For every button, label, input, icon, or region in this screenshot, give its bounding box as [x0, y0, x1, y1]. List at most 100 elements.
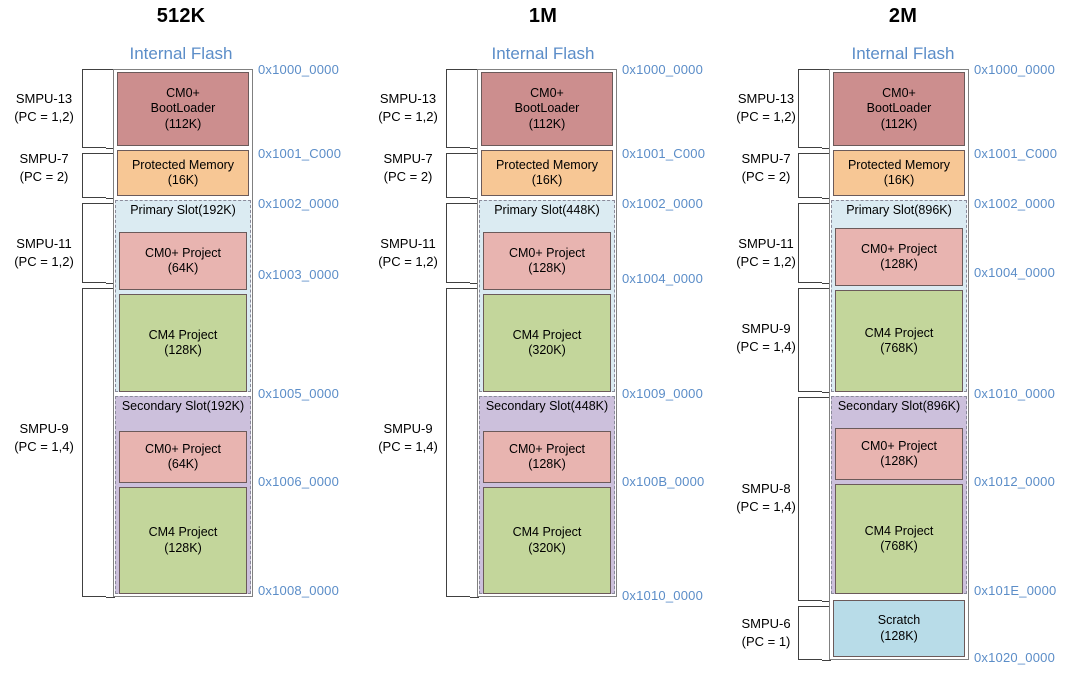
smpu-pc: (PC = 1,2) — [378, 108, 438, 124]
address-label: 0x1000_0000 — [258, 62, 339, 77]
smpu-label-smpu-13: SMPU-13 (PC = 1,2) — [730, 90, 802, 125]
smpu-label-smpu-9: SMPU-9 (PC = 1,4) — [372, 420, 444, 455]
address-label: 0x1004_0000 — [622, 271, 703, 286]
smpu-bracket-smpu-9 — [82, 288, 106, 597]
block-text-line: CM0+ Project — [508, 245, 586, 260]
block-text-line: (64K) — [167, 457, 199, 471]
smpu-name: SMPU-7 — [741, 151, 791, 166]
slot-text-line: (448K) — [570, 399, 609, 413]
block-text-line: (128K) — [164, 540, 202, 555]
block-text-line: BootLoader — [514, 101, 580, 116]
smpu-label-smpu-13: SMPU-13 (PC = 1,2) — [8, 90, 80, 125]
smpu-label-smpu-13: SMPU-13 (PC = 1,2) — [372, 90, 444, 125]
smpu-label-smpu-9: SMPU-9 (PC = 1,4) — [8, 420, 80, 455]
smpu-name: SMPU-9 — [383, 421, 433, 436]
address-label: 0x1006_0000 — [258, 474, 339, 489]
block-text-line: (128K) — [164, 343, 202, 357]
memory-block-bootloader: CM0+ BootLoader (112K) — [833, 72, 965, 146]
memory-block-cm0_project: CM0+ Project (128K) — [483, 431, 611, 483]
slot-title: Secondary Slot(896K) — [832, 399, 966, 414]
smpu-pc: (PC = 2) — [19, 168, 69, 184]
block-text-line: Protected Memory — [131, 157, 235, 172]
block-text-line: CM4 Project — [864, 325, 934, 340]
column-title: 512K — [156, 5, 206, 27]
block-text-line: (128K) — [528, 457, 566, 471]
internal-flash-label: Internal Flash — [491, 44, 595, 63]
slot-text-line: Secondary Slot — [121, 399, 207, 413]
address-label: 0x1008_0000 — [258, 583, 339, 598]
block-text-line: (768K) — [880, 341, 918, 355]
smpu-name: SMPU-7 — [19, 151, 69, 166]
slot-text-line: Secondary Slot — [837, 399, 923, 413]
smpu-bracket-smpu-7 — [446, 153, 470, 198]
smpu-label-smpu-11: SMPU-11 (PC = 1,2) — [730, 235, 802, 270]
smpu-pc: (PC = 1,4) — [378, 438, 438, 454]
address-label: 0x1010_0000 — [974, 386, 1055, 401]
smpu-label-smpu-8: SMPU-8 (PC = 1,4) — [730, 480, 802, 515]
address-label: 0x1003_0000 — [258, 267, 339, 282]
block-text-line: CM0+ Project — [860, 241, 938, 256]
block-text-line: Scratch — [877, 613, 921, 628]
address-label: 0x1002_0000 — [622, 196, 703, 211]
internal-flash-label: Internal Flash — [851, 44, 955, 63]
slot-title: Primary Slot(192K) — [116, 203, 250, 218]
memory-block-bootloader: CM0+ BootLoader (112K) — [117, 72, 249, 146]
smpu-name: SMPU-13 — [15, 91, 73, 106]
block-text-line: BootLoader — [866, 101, 932, 116]
slot-text-line: (896K) — [922, 399, 961, 413]
smpu-name: SMPU-11 — [738, 236, 794, 251]
address-label: 0x100B_0000 — [622, 474, 705, 489]
slot-text-line: (192K) — [198, 203, 236, 217]
memory-block-protected: Protected Memory (16K) — [833, 150, 965, 196]
smpu-name: SMPU-11 — [380, 236, 436, 251]
block-text-line: CM0+ — [530, 86, 564, 101]
smpu-pc: (PC = 1,2) — [736, 253, 796, 269]
smpu-name: SMPU-11 — [16, 236, 72, 251]
address-label: 0x1005_0000 — [258, 386, 339, 401]
address-label: 0x1001_C000 — [974, 146, 1058, 161]
column-title: 1M — [528, 5, 558, 27]
block-text-line: CM4 Project — [512, 327, 582, 342]
address-label: 0x1001_C000 — [622, 146, 706, 161]
block-text-line: (128K) — [880, 257, 918, 271]
block-text-line: (128K) — [880, 454, 918, 468]
block-text-line: Protected Memory — [847, 157, 951, 172]
smpu-bracket-smpu-11 — [82, 203, 106, 283]
smpu-name: SMPU-6 — [741, 616, 791, 631]
smpu-label-smpu-11: SMPU-11 (PC = 1,2) — [8, 235, 80, 270]
block-text-line: CM4 Project — [864, 523, 934, 538]
column-title: 2M — [888, 5, 918, 27]
memory-block-cm0_project: CM0+ Project (128K) — [835, 428, 963, 480]
address-label: 0x101E_0000 — [974, 583, 1057, 598]
smpu-label-smpu-7: SMPU-7 (PC = 2) — [730, 150, 802, 185]
memory-block-cm0_project: CM0+ Project (128K) — [483, 232, 611, 290]
block-text-line: CM0+ Project — [508, 441, 586, 456]
slot-title: Primary Slot(896K) — [832, 203, 966, 218]
memory-block-cm4_project: CM4 Project (320K) — [483, 294, 611, 392]
smpu-name: SMPU-13 — [737, 91, 795, 106]
smpu-pc: (PC = 2) — [741, 168, 791, 184]
smpu-bracket-smpu-9 — [446, 288, 470, 597]
flash-memory-layout-diagram: 512K Internal Flash SMPU-13 (PC = 1,2) SMPU-… — [0, 0, 1084, 678]
slot-title: Secondary Slot(448K) — [480, 399, 614, 414]
block-text-line: (320K) — [528, 343, 566, 357]
slot-text-line: Primary Slot — [494, 203, 563, 217]
memory-block-cm4_project: CM4 Project (768K) — [835, 290, 963, 392]
block-text-line: CM0+ Project — [144, 245, 222, 260]
smpu-label-smpu-11: SMPU-11 (PC = 1,2) — [372, 235, 444, 270]
smpu-pc: (PC = 1) — [741, 633, 791, 649]
smpu-pc: (PC = 1,4) — [736, 338, 796, 354]
smpu-label-smpu-9: SMPU-9 (PC = 1,4) — [730, 320, 802, 355]
slot-text-line: (192K) — [206, 399, 245, 413]
bracket-tick — [106, 597, 115, 598]
memory-block-cm4_project: CM4 Project (128K) — [119, 294, 247, 392]
smpu-pc: (PC = 1,2) — [378, 253, 438, 269]
address-label: 0x1009_0000 — [622, 386, 703, 401]
smpu-pc: (PC = 1,4) — [14, 438, 74, 454]
bracket-tick — [822, 660, 831, 661]
smpu-bracket-smpu-7 — [82, 153, 106, 198]
block-text-line: (128K) — [880, 628, 918, 643]
memory-block-cm4_project: CM4 Project (320K) — [483, 487, 611, 594]
memory-block-cm4_project: CM4 Project (128K) — [119, 487, 247, 594]
block-text-line: (112K) — [164, 116, 202, 131]
